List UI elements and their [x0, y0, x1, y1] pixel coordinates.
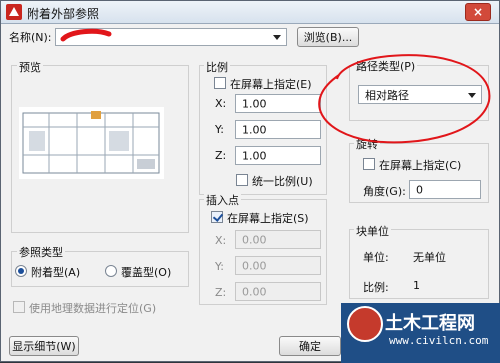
- block-unit-label: 块单位: [354, 223, 391, 239]
- rotation-specify-checkbox[interactable]: [363, 158, 375, 170]
- scale-y-label: Y:: [215, 123, 224, 136]
- insertion-y-input[interactable]: 0.00: [235, 256, 321, 275]
- scale-label: 比例: [204, 59, 230, 75]
- insertion-x-label: X:: [215, 234, 227, 247]
- angle-label: 角度(G):: [363, 185, 406, 198]
- scale-x-input[interactable]: 1.00: [235, 94, 321, 113]
- rotation-specify-label: 在屏幕上指定(C): [379, 159, 462, 172]
- scale-z-label: Z:: [215, 149, 227, 162]
- civilcn-logo-icon: [347, 306, 383, 342]
- title-bar: 附着外部参照 ×: [1, 1, 499, 24]
- browse-button[interactable]: 浏览(B)...: [297, 27, 359, 47]
- angle-input[interactable]: 0: [409, 180, 481, 199]
- insertion-label: 插入点: [204, 192, 241, 208]
- preview-label: 预览: [17, 59, 43, 75]
- window-title: 附着外部参照: [27, 7, 100, 21]
- autocad-icon: [6, 4, 22, 20]
- insertion-y-label: Y:: [215, 260, 224, 273]
- path-type-combobox[interactable]: 相对路径: [358, 85, 482, 104]
- preview-image: [19, 107, 164, 179]
- uniform-scale-label: 统一比例(U): [252, 175, 313, 188]
- scale-x-label: X:: [215, 97, 227, 110]
- name-label: 名称(N):: [9, 31, 52, 44]
- unit-label: 单位:: [363, 251, 389, 264]
- chevron-down-icon[interactable]: [465, 88, 479, 102]
- attach-radio[interactable]: [15, 265, 27, 277]
- geo-label: 使用地理数据进行定位(G): [29, 302, 157, 315]
- scale-y-input[interactable]: 1.00: [235, 120, 321, 139]
- close-button[interactable]: ×: [465, 3, 491, 21]
- factor-label: 比例:: [363, 281, 389, 294]
- insertion-z-label: Z:: [215, 286, 227, 299]
- geo-checkbox[interactable]: [13, 301, 25, 313]
- reference-type-label: 参照类型: [17, 244, 65, 260]
- unit-value: 无单位: [413, 251, 446, 264]
- insertion-specify-checkbox[interactable]: [211, 211, 223, 223]
- attach-xref-dialog: 附着外部参照 × 名称(N): 浏览(B)... 预览 参照类型 附着型(A) …: [0, 0, 500, 363]
- insertion-x-input[interactable]: 0.00: [235, 230, 321, 249]
- scale-specify-checkbox[interactable]: [214, 77, 226, 89]
- chevron-down-icon[interactable]: [270, 30, 284, 44]
- factor-value: 1: [413, 279, 420, 292]
- overlay-radio[interactable]: [105, 265, 117, 277]
- show-details-button[interactable]: 显示细节(W): [9, 336, 79, 356]
- insertion-z-input[interactable]: 0.00: [235, 282, 321, 301]
- watermark-title: 土木工程网: [385, 313, 475, 334]
- scale-specify-label: 在屏幕上指定(E): [230, 78, 312, 91]
- insertion-specify-label: 在屏幕上指定(S): [227, 212, 309, 225]
- rotation-label: 旋转: [354, 136, 380, 152]
- scale-z-input[interactable]: 1.00: [235, 146, 321, 165]
- uniform-scale-checkbox[interactable]: [236, 174, 248, 186]
- name-combobox[interactable]: [55, 28, 287, 46]
- attach-label[interactable]: 附着型(A): [31, 264, 80, 280]
- overlay-label[interactable]: 覆盖型(O): [121, 264, 171, 280]
- floor-plan-drawing: [22, 111, 160, 174]
- watermark-url: www.civilcn.com: [389, 334, 489, 347]
- path-type-label: 路径类型(P): [354, 58, 418, 74]
- ok-button[interactable]: 确定: [279, 336, 341, 356]
